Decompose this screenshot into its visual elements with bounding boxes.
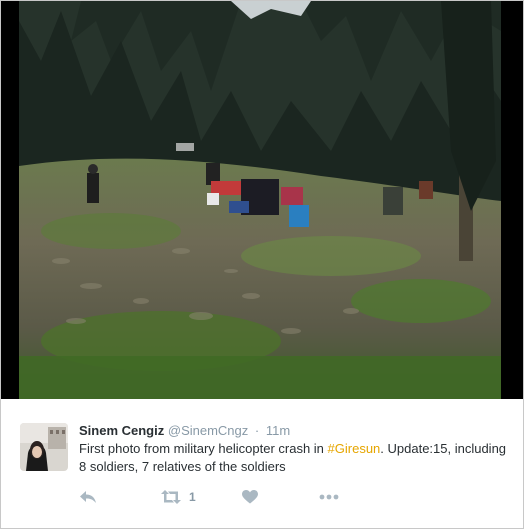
tweet-header: Sinem Cengiz @SinemCngz · 11m	[79, 423, 290, 438]
retweet-button[interactable]: 1	[161, 487, 196, 507]
more-button[interactable]	[319, 487, 339, 507]
tweet-photo[interactable]	[1, 1, 523, 399]
retweet-count: 1	[189, 490, 196, 504]
more-dots-icon	[319, 494, 339, 500]
avatar-image	[20, 423, 68, 471]
tweet-card: Sinem Cengiz @SinemCngz · 11m First phot…	[0, 0, 524, 529]
author-name[interactable]: Sinem Cengiz	[79, 423, 164, 438]
reply-icon	[80, 491, 96, 503]
tweet-timestamp[interactable]: 11m	[266, 423, 290, 438]
author-handle[interactable]: @SinemCngz	[168, 423, 248, 438]
header-separator: ·	[254, 423, 260, 438]
retweet-icon	[161, 490, 181, 504]
hashtag-link[interactable]: #Giresun	[328, 441, 381, 456]
forest-photo-image	[1, 1, 523, 399]
tweet-body: Sinem Cengiz @SinemCngz · 11m First phot…	[1, 399, 523, 528]
author-avatar[interactable]	[20, 423, 68, 471]
tweet-text: First photo from military helicopter cra…	[79, 440, 509, 476]
reply-button[interactable]	[79, 487, 97, 507]
tweet-text-before: First photo from military helicopter cra…	[79, 441, 328, 456]
heart-icon	[242, 490, 258, 504]
tweet-actions: 1	[79, 487, 379, 507]
like-button[interactable]	[242, 487, 258, 507]
